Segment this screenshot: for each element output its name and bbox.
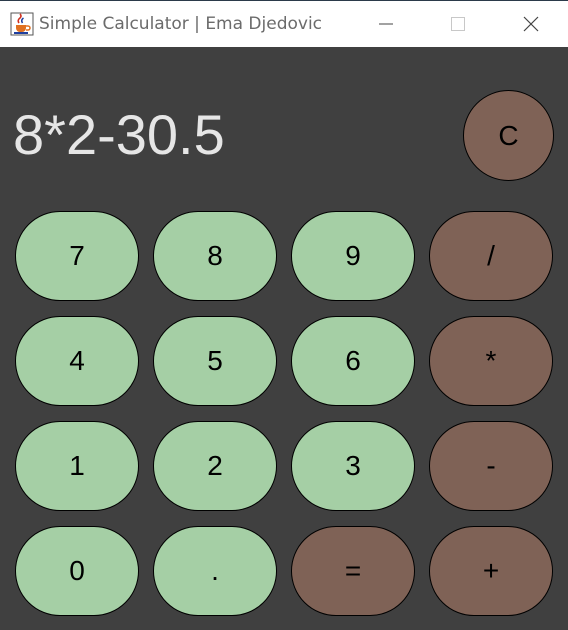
subtract-button[interactable]: - (429, 421, 553, 511)
key-4[interactable]: 4 (15, 316, 139, 406)
clear-button[interactable]: C (463, 90, 554, 181)
key-6[interactable]: 6 (291, 316, 415, 406)
multiply-button[interactable]: * (429, 316, 553, 406)
window-title: Simple Calculator | Ema Djedovic (39, 14, 323, 34)
expression-display: 8*2-30.5 (13, 103, 225, 166)
key-2[interactable]: 2 (153, 421, 277, 511)
key-5[interactable]: 5 (153, 316, 277, 406)
maximize-button[interactable] (430, 1, 486, 47)
key-1[interactable]: 1 (15, 421, 139, 511)
add-button[interactable]: + (429, 526, 553, 616)
key-3[interactable]: 3 (291, 421, 415, 511)
calculator-body: 8*2-30.5 C 7 8 9 / 4 5 6 * 1 2 3 - 0 . =… (0, 47, 568, 630)
minimize-icon (379, 23, 393, 25)
decimal-point-button[interactable]: . (153, 526, 277, 616)
key-8[interactable]: 8 (153, 211, 277, 301)
key-7[interactable]: 7 (15, 211, 139, 301)
calculator-window: Simple Calculator | Ema Djedovic 8*2-30.… (0, 0, 568, 630)
close-icon (523, 16, 539, 32)
key-0[interactable]: 0 (15, 526, 139, 616)
divide-button[interactable]: / (429, 211, 553, 301)
java-cup-icon (10, 12, 34, 36)
title-bar[interactable]: Simple Calculator | Ema Djedovic (0, 0, 568, 47)
equals-button[interactable]: = (291, 526, 415, 616)
minimize-button[interactable] (358, 1, 414, 47)
close-button[interactable] (503, 1, 559, 47)
key-9[interactable]: 9 (291, 211, 415, 301)
maximize-icon (451, 17, 465, 31)
